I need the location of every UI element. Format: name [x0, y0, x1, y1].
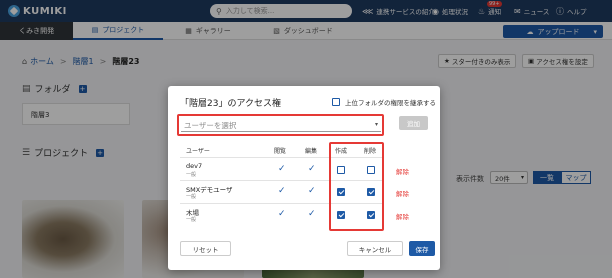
view-check-icon[interactable]: ✓: [278, 165, 286, 174]
save-button[interactable]: 保存: [409, 241, 435, 256]
remove-user-link[interactable]: 解除: [396, 166, 409, 176]
inherit-permissions-label: 上位フォルダの権限を継承する: [345, 99, 436, 107]
remove-user-link[interactable]: 解除: [396, 188, 409, 198]
add-user-label: 追加: [407, 120, 420, 128]
cancel-button[interactable]: キャンセル: [347, 241, 403, 256]
user-role: 一般: [186, 194, 197, 200]
column-view: 閲覧: [274, 148, 287, 155]
edit-check-icon[interactable]: ✓: [308, 187, 316, 196]
inherit-checkbox-box[interactable]: [332, 98, 340, 106]
user-role: 一般: [186, 217, 197, 223]
inherit-permissions-checkbox[interactable]: 上位フォルダの権限を継承する: [332, 97, 436, 107]
save-label: 保存: [415, 245, 429, 254]
access-rights-dialog: 「階層23」のアクセス権 上位フォルダの権限を継承する ユーザーを選択 ▾ 追加…: [168, 86, 440, 270]
view-check-icon[interactable]: ✓: [278, 210, 286, 219]
edit-check-icon[interactable]: ✓: [308, 210, 316, 219]
dialog-title: 「階層23」のアクセス権: [180, 99, 282, 109]
highlight-create-delete-columns: [329, 142, 384, 231]
highlight-user-select: [177, 114, 384, 136]
cancel-label: キャンセル: [358, 245, 392, 254]
add-user-button[interactable]: 追加: [399, 116, 428, 130]
view-check-icon[interactable]: ✓: [278, 187, 286, 196]
user-role: 一般: [186, 172, 197, 178]
column-user: ユーザー: [186, 148, 210, 155]
reset-button[interactable]: リセット: [180, 241, 231, 256]
remove-user-link[interactable]: 解除: [396, 211, 409, 221]
reset-label: リセット: [192, 245, 219, 254]
user-name: dev7: [186, 162, 203, 170]
column-edit: 編集: [305, 148, 318, 155]
edit-check-icon[interactable]: ✓: [308, 165, 316, 174]
